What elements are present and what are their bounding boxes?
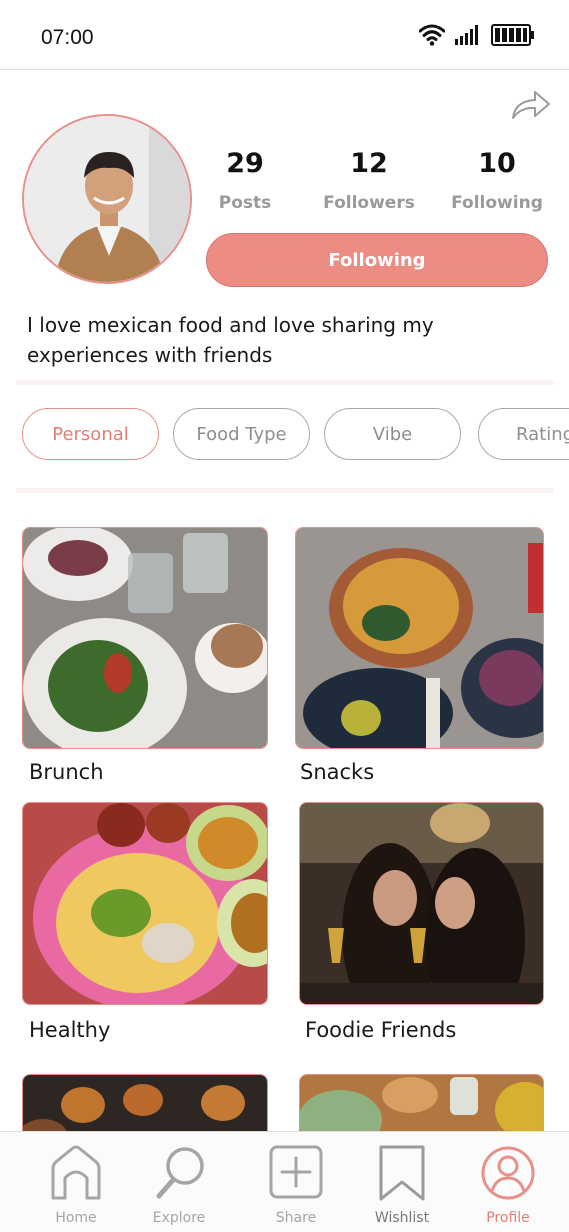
- battery-icon: [491, 24, 534, 46]
- stat-following-label: Following: [451, 193, 543, 213]
- status-icons: [419, 24, 535, 46]
- stat-following[interactable]: 10 Following: [442, 148, 552, 213]
- filter-chip-vibe[interactable]: Vibe: [324, 408, 461, 460]
- nav-explore-label: Explore: [152, 1210, 206, 1226]
- wifi-icon: [419, 24, 445, 46]
- search-icon: [156, 1147, 204, 1199]
- home-icon: [51, 1145, 101, 1200]
- brunch-photo: [23, 528, 267, 748]
- stat-posts-label: Posts: [218, 193, 272, 213]
- stat-followers-value: 12: [350, 148, 388, 179]
- nav-share-label: Share: [275, 1210, 317, 1226]
- collection-brunch-label: Brunch: [29, 760, 104, 784]
- stat-followers[interactable]: 12 Followers: [314, 148, 424, 213]
- stat-following-value: 10: [478, 148, 516, 179]
- filter-chip-personal[interactable]: Personal: [22, 408, 159, 460]
- collection-healthy-image[interactable]: [22, 802, 268, 1005]
- nav-wishlist-label: Wishlist: [374, 1210, 430, 1226]
- profile-bio: I love mexican food and love sharing my …: [27, 313, 434, 367]
- bookmark-icon: [379, 1145, 425, 1201]
- collection-snacks-label: Snacks: [300, 760, 375, 784]
- nav-wishlist[interactable]: Wishlist: [350, 1144, 454, 1226]
- foodie-friends-photo: [300, 803, 543, 1004]
- collection-brunch-image[interactable]: [22, 527, 268, 749]
- bottom-nav: Home Explore Share Wishlist Profile: [0, 1131, 569, 1232]
- stat-followers-label: Followers: [323, 193, 415, 213]
- status-time: 07:00: [41, 26, 94, 49]
- snacks-photo: [296, 528, 543, 748]
- plus-square-icon: [269, 1145, 323, 1199]
- nav-home[interactable]: Home: [24, 1144, 128, 1226]
- profile-avatar[interactable]: [22, 114, 192, 284]
- following-button[interactable]: Following: [206, 233, 548, 287]
- healthy-photo: [23, 803, 267, 1004]
- collection-snacks-image[interactable]: [295, 527, 544, 749]
- stat-posts-value: 29: [226, 148, 264, 179]
- signal-icon: [455, 25, 478, 45]
- avatar-image: [24, 116, 190, 282]
- divider: [16, 380, 554, 385]
- stat-posts[interactable]: 29 Posts: [190, 148, 300, 213]
- filter-chips: Personal Food Type Vibe Rating: [22, 408, 569, 462]
- share-arrow-icon[interactable]: [511, 89, 551, 121]
- nav-home-label: Home: [55, 1210, 97, 1226]
- collection-healthy-label: Healthy: [29, 1018, 111, 1042]
- status-bar: 07:00: [0, 0, 569, 70]
- filter-chip-food-type[interactable]: Food Type: [173, 408, 310, 460]
- collection-foodie-friends-label: Foodie Friends: [305, 1018, 457, 1042]
- filter-chip-rating[interactable]: Rating: [478, 408, 569, 460]
- nav-explore[interactable]: Explore: [127, 1144, 231, 1226]
- divider: [16, 488, 554, 493]
- nav-share[interactable]: Share: [244, 1144, 348, 1226]
- collection-foodie-friends-image[interactable]: [299, 802, 544, 1005]
- user-circle-icon: [481, 1146, 535, 1200]
- nav-profile-label: Profile: [486, 1210, 530, 1226]
- nav-profile[interactable]: Profile: [456, 1144, 560, 1226]
